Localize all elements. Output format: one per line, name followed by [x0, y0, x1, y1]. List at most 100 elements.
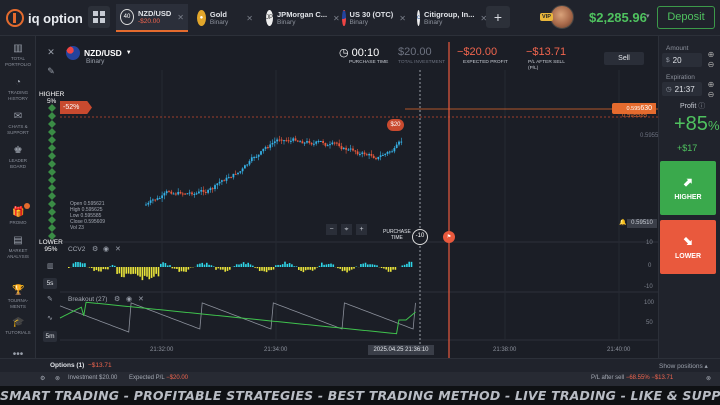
- add-asset-button[interactable]: +: [486, 6, 510, 28]
- asset-tab-nzdusd[interactable]: 40 NZD/USD -$20.00 ✕: [116, 4, 188, 32]
- candle-body: [285, 140, 288, 142]
- profit-percentage: +85%: [674, 113, 720, 136]
- ccv-bar: [107, 267, 109, 270]
- amount-plus-icon[interactable]: ⊕: [704, 50, 718, 59]
- ccv-bar: [304, 267, 307, 271]
- deposit-button[interactable]: Deposit: [657, 6, 715, 29]
- asset-tab-gold[interactable]: ● Gold Binary ✕: [193, 4, 257, 32]
- chart-timeframe-button[interactable]: 5m: [43, 331, 57, 342]
- asset-tab-jpmorgan[interactable]: JP JPMorgan C... Binary ✕: [262, 4, 340, 32]
- nav-label: SUPPORT: [7, 129, 29, 135]
- trade-amount-badge[interactable]: $20: [387, 119, 404, 131]
- sell-button[interactable]: Sell: [604, 52, 644, 65]
- nav-promo[interactable]: 🎁 PROMO: [0, 208, 36, 226]
- ccv-bar: [199, 263, 201, 267]
- pl-pct: −68.55%: [625, 375, 650, 381]
- logo[interactable]: iq option: [6, 9, 83, 27]
- time-axis-tick: 21:34:00: [264, 347, 288, 353]
- asset-tab-citigroup[interactable]: c Citigroup, In... Binary ✕: [413, 4, 487, 32]
- ohlc-vol: Vol 23: [70, 225, 84, 231]
- ccv-bar: [134, 267, 137, 274]
- zoom-fit-button[interactable]: ⌖: [341, 224, 352, 235]
- candle-body: [195, 193, 198, 195]
- close-icon[interactable]: ✕: [138, 295, 144, 303]
- indicators-icon[interactable]: ∿: [47, 314, 53, 322]
- ccv-bar: [346, 267, 348, 273]
- ccv-bar: [173, 267, 176, 269]
- price-main: 0.595: [626, 106, 641, 112]
- indicator-toggle-icon[interactable]: ▥: [47, 262, 54, 270]
- close-icon[interactable]: ✕: [246, 14, 253, 23]
- nav-chats-support[interactable]: ✉ CHATS & SUPPORT: [0, 112, 36, 135]
- chevron-down-icon[interactable]: ▾: [646, 12, 650, 20]
- ccv-bar: [224, 267, 226, 272]
- ccv-bar: [298, 267, 300, 270]
- candle-body: [368, 154, 370, 156]
- candle-body: [384, 153, 387, 155]
- nav-label: CHATS &: [8, 124, 28, 129]
- time-axis-tick: 21:32:00: [150, 347, 174, 353]
- options-count[interactable]: Options (1) −$13.71: [50, 362, 112, 369]
- candle-timeframe-button[interactable]: 5s: [43, 278, 57, 289]
- candle-body: [310, 142, 313, 145]
- pl-after-sell-value: −$13.71: [526, 46, 567, 58]
- candle-body: [165, 191, 168, 194]
- tab-name: Citigroup, In...: [424, 10, 475, 19]
- alarm-icon[interactable]: 🔔: [619, 219, 626, 226]
- close-icon[interactable]: ✕: [177, 13, 184, 22]
- close-icon[interactable]: ✕: [115, 245, 121, 253]
- pencil-icon[interactable]: ✎: [44, 64, 58, 78]
- eye-icon[interactable]: ◉: [103, 245, 109, 253]
- nav-market-analysis[interactable]: ▤ MARKET ANALYSIS: [0, 236, 36, 259]
- asset-tab-us30[interactable]: US 30 (OTC) Binary ✕: [338, 4, 410, 32]
- nav-tutorials[interactable]: 🎓 TUTORIALS: [0, 318, 36, 336]
- ccv-bar: [288, 263, 291, 267]
- expiration-minus-icon[interactable]: ⊖: [704, 90, 718, 99]
- nav-total-portfolio[interactable]: ▥ TOTAL PORTFOLIO: [0, 44, 36, 67]
- ccv-bar: [153, 267, 155, 277]
- show-positions-toggle[interactable]: Show positions ▴: [659, 362, 708, 370]
- settings-icon[interactable]: ⚙: [114, 295, 120, 303]
- deal-percentage-badge: -52%: [60, 101, 92, 114]
- candle-body: [267, 147, 269, 149]
- expiration-plus-icon[interactable]: ⊕: [704, 80, 718, 89]
- nav-tournaments[interactable]: 🏆 TOURNA- MENTS: [0, 286, 36, 309]
- amount-input[interactable]: $20: [662, 53, 702, 67]
- expected-profit-value: −$20.00: [457, 46, 498, 58]
- settings-icon[interactable]: ⚙: [40, 375, 45, 382]
- price-axis-tick: 0.5955: [640, 133, 659, 139]
- ccv-bar: [176, 267, 178, 269]
- close-icon[interactable]: ✕: [399, 14, 406, 23]
- lower-button[interactable]: ⬊ LOWER: [660, 220, 716, 274]
- avatar[interactable]: [550, 5, 574, 29]
- nav-trading-history[interactable]: ◔ TRADING HISTORY: [0, 78, 36, 101]
- ccv-bar: [132, 267, 134, 274]
- draw-tools-icon[interactable]: ✕: [44, 45, 58, 59]
- top-bar: iq option 40 NZD/USD -$20.00 ✕ ● Gold Bina…: [0, 0, 720, 36]
- zoom-in-button[interactable]: +: [356, 224, 367, 235]
- balance[interactable]: $2,285.96: [589, 10, 647, 25]
- candle-body: [398, 141, 400, 145]
- candle-body: [184, 193, 186, 195]
- sell-position-icon[interactable]: ⊗: [706, 375, 711, 382]
- nav-leaderboard[interactable]: ♚ LEADER BOARD: [0, 146, 36, 169]
- eye-icon[interactable]: ◉: [126, 295, 132, 303]
- market-icon: ▤: [13, 235, 23, 246]
- info-icon[interactable]: ⓘ: [698, 103, 705, 110]
- amount-minus-icon[interactable]: ⊖: [704, 60, 718, 69]
- indicator-breakout-title: Breakout (27): [68, 296, 108, 303]
- zoom-out-button[interactable]: −: [326, 224, 337, 235]
- chevron-down-icon: ▼: [125, 50, 132, 56]
- candle-body: [158, 198, 161, 200]
- candle-body: [336, 142, 338, 144]
- ccv-bar: [212, 266, 215, 267]
- ccv-bar: [265, 267, 268, 273]
- pencil-icon[interactable]: ✎: [47, 295, 53, 303]
- options-bar[interactable]: Options (1) −$13.71 Show positions ▴: [0, 358, 720, 372]
- tab-sub: Binary: [424, 19, 443, 26]
- apps-grid-button[interactable]: [88, 6, 110, 28]
- price-chart[interactable]: [36, 36, 658, 358]
- expiration-input[interactable]: ◷ 21:37: [662, 82, 702, 96]
- settings-icon[interactable]: ⚙: [92, 245, 98, 253]
- higher-button[interactable]: ⬈ HIGHER: [660, 161, 716, 215]
